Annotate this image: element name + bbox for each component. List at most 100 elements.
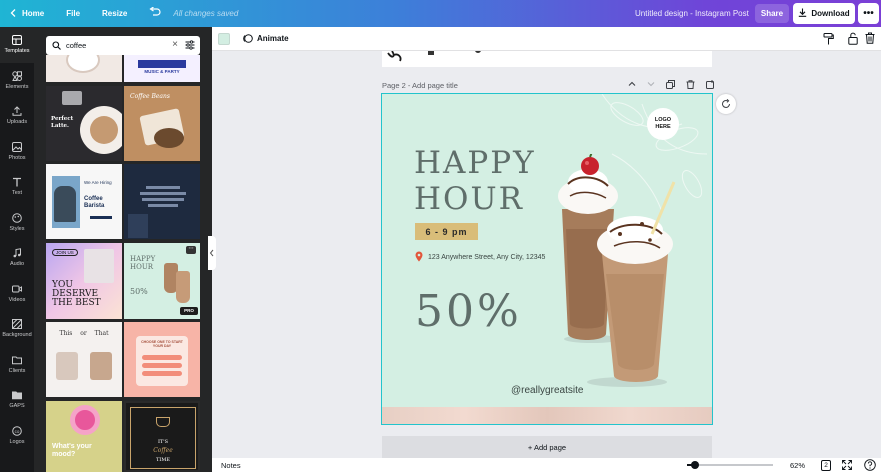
design-title[interactable]: Untitled design - Instagram Post	[635, 9, 749, 18]
filter-icon[interactable]	[185, 40, 195, 50]
more-options-button[interactable]: •••	[858, 3, 879, 24]
home-label: Home	[22, 9, 45, 18]
logo-text-line-2: HERE	[655, 124, 671, 130]
animate-button[interactable]: Animate	[242, 33, 289, 44]
template-thumbnail[interactable]: CHOOSE ONE TO START YOUR DAY	[124, 322, 200, 397]
previous-page[interactable]	[382, 47, 712, 67]
template-thumbnail[interactable]: MUSIC & PARTY	[124, 55, 200, 82]
template-thumbnail[interactable]	[46, 55, 122, 82]
paint-roller-icon[interactable]	[823, 33, 834, 45]
template-thumbnail[interactable]: Coffee Beans	[124, 86, 200, 161]
sidebar-item-gaps[interactable]: GAPS	[0, 382, 34, 418]
zoom-slider-handle[interactable]	[691, 461, 699, 469]
chevron-up-icon[interactable]	[628, 80, 636, 91]
sidebar-item-photos[interactable]: Photos	[0, 134, 34, 170]
folder-icon	[12, 356, 22, 365]
template-text: Coffee	[153, 447, 173, 454]
logo-text-line-1: LOGO	[654, 117, 672, 123]
sidebar-item-label: Clients	[8, 367, 26, 374]
headline-happy[interactable]: HAPPY	[414, 146, 536, 180]
refresh-button[interactable]	[716, 94, 736, 114]
template-thumbnail[interactable]: This or That	[46, 322, 122, 397]
sidebar-item-label: Templates	[4, 48, 30, 55]
template-text: MUSIC & PARTY	[144, 69, 180, 74]
sidebar-item-templates[interactable]: Templates	[0, 27, 34, 63]
search-input[interactable]: coffee	[66, 41, 86, 50]
search-bar[interactable]: coffee ×	[46, 36, 200, 55]
share-button[interactable]: Share	[755, 4, 789, 23]
trash-icon[interactable]	[865, 32, 875, 44]
template-thumbnail[interactable]: IT'S Coffee TIME	[124, 401, 200, 472]
zoom-slider[interactable]	[687, 461, 773, 469]
clear-search-icon[interactable]: ×	[172, 39, 178, 50]
template-text: YOU DESERVE THE BEST	[52, 280, 101, 308]
template-thumbnail[interactable]: We Are Hiring Coffee Barista	[46, 164, 122, 239]
chevron-down-icon[interactable]	[647, 80, 655, 91]
refresh-icon	[722, 99, 730, 108]
sidebar-item-background[interactable]: Background	[0, 311, 34, 347]
resize-menu[interactable]: Resize	[102, 9, 127, 18]
delete-page-icon[interactable]	[686, 80, 695, 91]
design-canvas[interactable]: LOGO HERE HAPPY HOUR 6 - 9 pm 123 Anywhe…	[381, 93, 713, 425]
unlock-icon[interactable]	[848, 32, 858, 45]
template-thumbnail[interactable]: Perfect Latte.	[46, 86, 122, 161]
sidebar-item-text[interactable]: Text	[0, 169, 34, 205]
social-handle[interactable]: @reallygreatsite	[511, 385, 583, 396]
sidebar-item-label: Videos	[8, 296, 26, 303]
background-color-swatch[interactable]	[218, 33, 230, 45]
help-icon[interactable]	[864, 459, 876, 471]
left-sidebar: Templates Elements Uploads Photos Text S…	[0, 27, 34, 472]
address-text[interactable]: 123 Anywhere Street, Any City, 12345	[428, 254, 545, 261]
milkshake-image[interactable]	[532, 154, 712, 394]
folder-icon	[12, 391, 22, 400]
zoom-level[interactable]: 62%	[790, 461, 805, 470]
template-thumbnail[interactable]: HAPPY HOUR 50% ••• PRO	[124, 243, 200, 319]
add-page-button[interactable]: + Add page	[382, 436, 712, 458]
sidebar-item-label: GAPS	[9, 403, 25, 410]
template-text: TIME	[155, 457, 171, 463]
templates-panel: coffee × MUSIC & PARTY Perfect Latte. Co…	[34, 27, 212, 472]
template-thumbnail[interactable]	[124, 164, 200, 239]
time-badge[interactable]: 6 - 9 pm	[415, 223, 478, 240]
sidebar-item-clients[interactable]: Clients	[0, 347, 34, 383]
sidebar-item-uploads[interactable]: Uploads	[0, 98, 34, 134]
headline-hour[interactable]: HOUR	[414, 182, 524, 216]
pink-texture-strip	[382, 407, 712, 424]
page-count-button[interactable]: 2	[821, 460, 831, 471]
undo-icon[interactable]	[149, 6, 161, 20]
search-icon	[52, 41, 61, 50]
template-text: Perfect Latte.	[51, 116, 74, 129]
collapse-panel-handle[interactable]	[208, 236, 216, 270]
location-pin-icon	[415, 251, 423, 262]
animate-label: Animate	[257, 34, 289, 43]
download-button[interactable]: Download	[793, 3, 855, 24]
time-label: 6 - 9 pm	[425, 226, 468, 237]
pro-label: PRO	[184, 308, 194, 313]
discount-text[interactable]: 50%	[415, 288, 522, 336]
sidebar-item-label: Background	[2, 332, 32, 339]
home-button[interactable]: Home	[10, 8, 45, 19]
template-text: IT'S	[157, 439, 169, 445]
logo-icon: co	[12, 425, 22, 436]
template-text: 50%	[130, 287, 148, 296]
sidebar-item-videos[interactable]: Videos	[0, 276, 34, 312]
svg-text:co: co	[15, 429, 20, 434]
page-title[interactable]: Page 2 - Add page title	[382, 81, 458, 90]
context-toolbar: Animate	[212, 27, 881, 51]
download-label: Download	[811, 9, 850, 18]
sidebar-item-audio[interactable]: Audio	[0, 240, 34, 276]
file-menu[interactable]: File	[66, 9, 80, 18]
text-icon	[13, 178, 21, 187]
fullscreen-icon[interactable]	[842, 460, 852, 470]
sidebar-item-elements[interactable]: Elements	[0, 63, 34, 99]
animate-icon	[243, 34, 253, 43]
template-thumbnail[interactable]: What's your mood?	[46, 401, 122, 472]
template-thumbnail[interactable]: JOIN US YOU DESERVE THE BEST	[46, 243, 122, 319]
duplicate-page-icon[interactable]	[666, 80, 675, 91]
sidebar-item-styles[interactable]: Styles	[0, 205, 34, 241]
sidebar-item-logos[interactable]: co Logos	[0, 418, 34, 454]
sidebar-item-label: Uploads	[6, 119, 28, 126]
logo-placeholder[interactable]: LOGO HERE	[647, 108, 679, 140]
notes-button[interactable]: Notes	[221, 461, 241, 470]
add-page-icon[interactable]	[706, 80, 715, 91]
